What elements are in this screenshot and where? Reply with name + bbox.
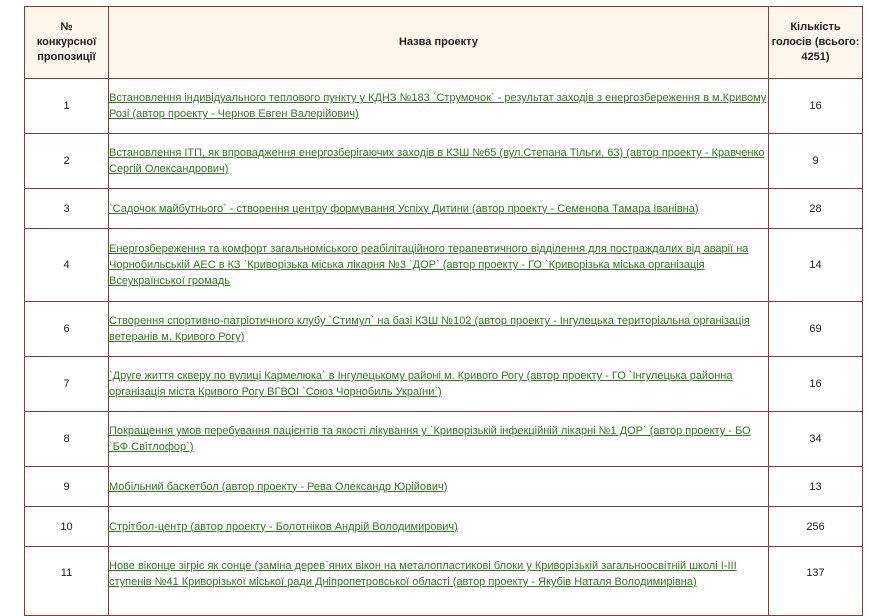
row-number: 8 bbox=[24, 411, 109, 467]
row-title-cell: `Друге життя скверу по вулиці Кармелюка`… bbox=[108, 356, 769, 412]
table-row: 1 Встановлення індивідуального теплового… bbox=[24, 78, 863, 134]
row-votes: 34 bbox=[768, 411, 863, 467]
header-project-name: Назва проекту bbox=[108, 6, 769, 79]
row-title-cell: Встановлення індивідуального теплового п… bbox=[108, 78, 769, 134]
project-link[interactable]: Встановлення ІТП, як впровадження енерго… bbox=[109, 147, 765, 175]
row-votes: 9 bbox=[768, 133, 863, 189]
row-number: 2 bbox=[24, 133, 109, 189]
row-votes: 137 bbox=[768, 546, 863, 616]
row-votes: 16 bbox=[768, 78, 863, 134]
row-title-cell: `Садочок майбутнього` - створення центру… bbox=[108, 188, 769, 229]
project-link[interactable]: Енергозбереження та комфорт загальномісь… bbox=[109, 243, 748, 287]
table-row: 3 `Садочок майбутнього` - створення цент… bbox=[24, 188, 863, 229]
row-title-cell: Покращення умов перебування пацієнтів та… bbox=[108, 411, 769, 467]
table-row: 4 Енергозбереження та комфорт загальномі… bbox=[24, 228, 863, 302]
row-number: 10 bbox=[24, 506, 109, 547]
row-votes: 13 bbox=[768, 466, 863, 507]
row-title-cell: Нове віконце зігріє як сонце (заміна дер… bbox=[108, 546, 769, 616]
project-link[interactable]: Встановлення індивідуального теплового п… bbox=[109, 92, 766, 120]
project-link[interactable]: Нове віконце зігріє як сонце (заміна дер… bbox=[109, 560, 737, 588]
row-number: 9 bbox=[24, 466, 109, 507]
header-votes: Кількість голосів (всього: 4251) bbox=[768, 6, 863, 79]
row-votes: 256 bbox=[768, 506, 863, 547]
row-title-cell: Мобільний баскетбол (автор проекту - Рев… bbox=[108, 466, 769, 507]
row-number: 4 bbox=[24, 228, 109, 302]
row-votes: 16 bbox=[768, 356, 863, 412]
project-link[interactable]: Стрітбол-центр (автор проекту - Болотнік… bbox=[109, 521, 458, 533]
project-link[interactable]: `Садочок майбутнього` - створення центру… bbox=[109, 203, 699, 215]
projects-table-container: № конкурсної пропозиції Назва проекту Кі… bbox=[24, 6, 863, 616]
projects-table: № конкурсної пропозиції Назва проекту Кі… bbox=[24, 6, 863, 616]
row-title-cell: Стрітбол-центр (автор проекту - Болотнік… bbox=[108, 506, 769, 547]
project-link[interactable]: Мобільний баскетбол (автор проекту - Рев… bbox=[109, 481, 447, 493]
table-row: 10 Стрітбол-центр (автор проекту - Болот… bbox=[24, 506, 863, 547]
table-row: 2 Встановлення ІТП, як впровадження енер… bbox=[24, 133, 863, 189]
row-number: 3 bbox=[24, 188, 109, 229]
project-link[interactable]: Покращення умов перебування пацієнтів та… bbox=[109, 425, 751, 453]
row-votes: 28 bbox=[768, 188, 863, 229]
row-votes: 14 bbox=[768, 228, 863, 302]
row-number: 1 bbox=[24, 78, 109, 134]
row-title-cell: Встановлення ІТП, як впровадження енерго… bbox=[108, 133, 769, 189]
row-number: 7 bbox=[24, 356, 109, 412]
project-link[interactable]: `Друге життя скверу по вулиці Кармелюка`… bbox=[109, 370, 732, 398]
table-header-row: № конкурсної пропозиції Назва проекту Кі… bbox=[24, 6, 863, 79]
row-votes: 69 bbox=[768, 301, 863, 357]
table-row: 11 Нове віконце зігріє як сонце (заміна … bbox=[24, 546, 863, 616]
row-title-cell: Енергозбереження та комфорт загальномісь… bbox=[108, 228, 769, 302]
header-number: № конкурсної пропозиції bbox=[24, 6, 109, 79]
table-row: 7 `Друге життя скверу по вулиці Кармелюк… bbox=[24, 356, 863, 412]
row-number: 6 bbox=[24, 301, 109, 357]
row-title-cell: Створення спортивно-патріотичного клубу … bbox=[108, 301, 769, 357]
row-number: 11 bbox=[24, 546, 109, 616]
project-link[interactable]: Створення спортивно-патріотичного клубу … bbox=[109, 315, 750, 343]
table-row: 6 Створення спортивно-патріотичного клуб… bbox=[24, 301, 863, 357]
table-row: 8 Покращення умов перебування пацієнтів … bbox=[24, 411, 863, 467]
table-row: 9 Мобільний баскетбол (автор проекту - Р… bbox=[24, 466, 863, 507]
